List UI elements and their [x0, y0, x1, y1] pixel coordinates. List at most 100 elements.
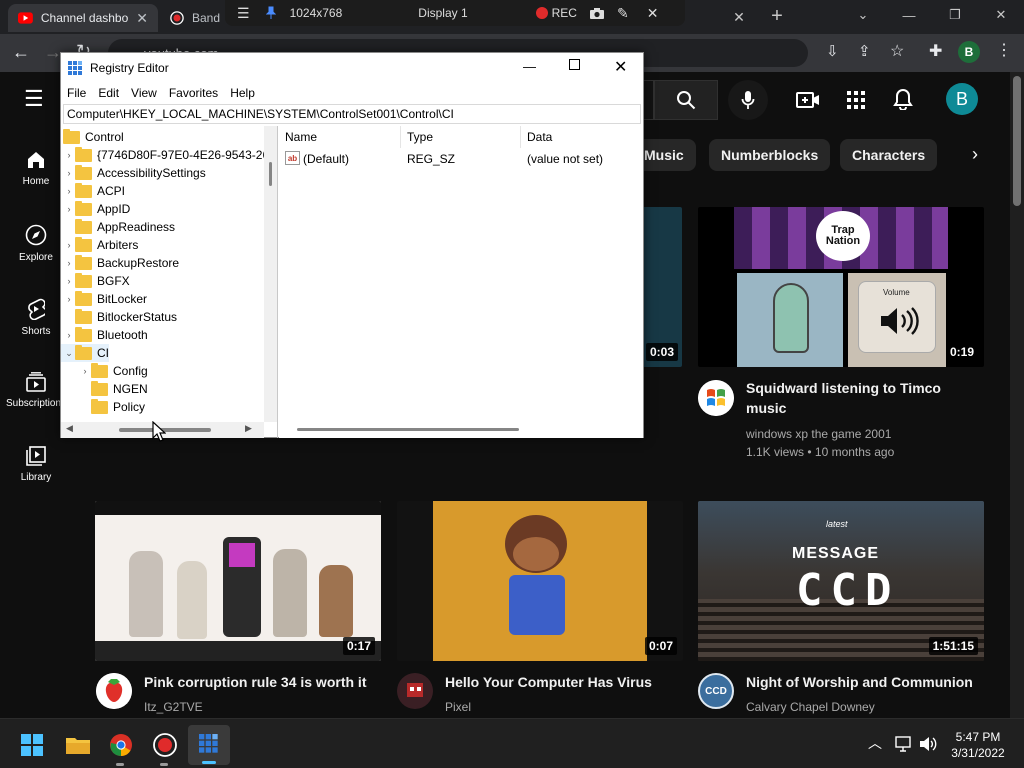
channel-avatar[interactable]: [397, 673, 433, 709]
tree-node[interactable]: › Config: [61, 362, 148, 380]
close-tab-icon[interactable]: ✕: [728, 6, 750, 28]
menu-help[interactable]: Help: [224, 86, 261, 100]
tree-vertical-scrollbar[interactable]: [264, 126, 277, 422]
chrome-icon[interactable]: [109, 733, 133, 757]
tree-node[interactable]: › Bluetooth: [61, 326, 148, 344]
sidebar-item-library[interactable]: Library: [0, 446, 72, 483]
tree-node[interactable]: NGEN: [61, 380, 148, 398]
channel-avatar[interactable]: [698, 380, 734, 416]
search-button[interactable]: [654, 80, 718, 120]
expand-caret-icon[interactable]: ⌄: [63, 348, 75, 359]
pen-icon[interactable]: ✎: [617, 5, 629, 22]
address-bar[interactable]: Computer\HKEY_LOCAL_MACHINE\SYSTEM\Contr…: [63, 104, 641, 124]
video-thumbnail[interactable]: latest MESSAGE CCD 1:51:15: [698, 501, 984, 661]
channel-name[interactable]: Calvary Chapel Downey: [746, 698, 875, 716]
menu-favorites[interactable]: Favorites: [163, 86, 224, 100]
tree-node[interactable]: › BackupRestore: [61, 254, 179, 272]
tree-node[interactable]: BitlockerStatus: [61, 308, 177, 326]
tree-node[interactable]: ⌄ CI: [61, 344, 109, 362]
extensions-icon[interactable]: ✚: [929, 41, 942, 61]
close-window-button[interactable]: ✕: [614, 57, 627, 77]
recorder-app-icon[interactable]: [153, 733, 177, 757]
video-title[interactable]: Pink corruption rule 34 is worth it: [144, 672, 366, 692]
network-icon[interactable]: [895, 736, 913, 752]
maximize-button[interactable]: [569, 59, 580, 70]
minimize-button[interactable]: —: [886, 0, 932, 30]
display-selector[interactable]: Display 1: [418, 6, 467, 20]
tree-node[interactable]: › BitLocker: [61, 290, 147, 308]
tree-node[interactable]: › AccessibilitySettings: [61, 164, 206, 182]
menu-view[interactable]: View: [125, 86, 163, 100]
page-scrollbar[interactable]: [1010, 72, 1024, 718]
voice-search-button[interactable]: [728, 80, 768, 120]
column-header-name[interactable]: Name: [279, 126, 401, 148]
expand-caret-icon[interactable]: ›: [63, 168, 75, 178]
window-titlebar[interactable]: Registry Editor — ✕: [61, 53, 643, 83]
tree-node[interactable]: › AppID: [61, 200, 130, 218]
active-app-highlight[interactable]: [188, 725, 230, 765]
scrollbar-thumb[interactable]: [1013, 76, 1021, 206]
back-icon[interactable]: ←: [12, 42, 30, 63]
chip-numberblocks[interactable]: Numberblocks: [709, 139, 831, 171]
expand-caret-icon[interactable]: ›: [63, 330, 75, 340]
close-tab-icon[interactable]: ✕: [136, 10, 148, 27]
expand-caret-icon[interactable]: ›: [63, 204, 75, 214]
start-menu-icon[interactable]: [21, 734, 43, 756]
browser-tab-band[interactable]: Band: [160, 4, 230, 32]
profile-avatar[interactable]: B: [958, 41, 980, 63]
restore-button[interactable]: ❐: [932, 0, 978, 30]
browser-menu-icon[interactable]: ⋮: [996, 40, 1012, 60]
volume-icon[interactable]: [919, 735, 937, 753]
tree-node[interactable]: › {7746D80F-97E0-4E26-9543-26E: [61, 146, 277, 164]
apps-grid-icon[interactable]: [846, 90, 866, 110]
rec-indicator[interactable]: REC: [535, 6, 577, 20]
share-icon[interactable]: ⇪: [858, 42, 871, 60]
menu-icon[interactable]: ☰: [237, 5, 250, 22]
clock[interactable]: 5:47 PM 3/31/2022: [944, 729, 1012, 761]
install-app-icon[interactable]: ⇩: [826, 42, 839, 60]
scrollbar-thumb[interactable]: [269, 162, 272, 186]
expand-caret-icon[interactable]: ›: [63, 294, 75, 304]
channel-name[interactable]: Pixel: [445, 698, 471, 716]
pin-icon[interactable]: [265, 6, 276, 20]
close-window-button[interactable]: ✕: [978, 0, 1024, 30]
camera-icon[interactable]: [589, 7, 605, 20]
tree-node[interactable]: Control: [61, 128, 124, 146]
create-video-icon[interactable]: [796, 90, 820, 110]
tree-node[interactable]: › ACPI: [61, 182, 125, 200]
expand-caret-icon[interactable]: ›: [63, 186, 75, 196]
expand-caret-icon[interactable]: ›: [63, 150, 75, 160]
video-title[interactable]: Hello Your Computer Has Virus: [445, 672, 652, 692]
minimize-button[interactable]: —: [523, 59, 536, 74]
chips-next-icon[interactable]: ›: [972, 144, 978, 165]
menu-edit[interactable]: Edit: [92, 86, 125, 100]
video-title[interactable]: Squidward listening to Timco music: [746, 378, 976, 418]
video-thumbnail[interactable]: Trap Nation Volume 0:19: [698, 207, 984, 367]
tree-node[interactable]: Policy: [61, 398, 145, 416]
notifications-bell-icon[interactable]: [893, 88, 913, 110]
new-tab-button[interactable]: +: [766, 4, 788, 28]
channel-name[interactable]: windows xp the game 2001: [746, 425, 891, 443]
expand-caret-icon[interactable]: ›: [63, 240, 75, 250]
channel-avatar[interactable]: [96, 673, 132, 709]
channel-avatar[interactable]: CCD: [698, 673, 734, 709]
video-thumbnail[interactable]: 0:03: [640, 207, 682, 367]
video-thumbnail[interactable]: 0:17: [95, 501, 381, 661]
expand-caret-icon[interactable]: ›: [79, 366, 91, 376]
tree-node[interactable]: › BGFX: [61, 272, 130, 290]
tab-search-icon[interactable]: ⌄: [840, 0, 886, 30]
browser-tab-channel-dashboard[interactable]: Channel dashbo ✕: [8, 4, 158, 32]
value-row[interactable]: ab (Default) REG_SZ (value not set): [279, 150, 643, 168]
scroll-right-icon[interactable]: ▶: [245, 423, 252, 434]
file-explorer-icon[interactable]: [65, 735, 91, 755]
menu-file[interactable]: File: [61, 86, 92, 100]
video-title[interactable]: Night of Worship and Communion: [746, 672, 973, 692]
column-header-type[interactable]: Type: [401, 126, 521, 148]
scroll-left-icon[interactable]: ◀: [66, 423, 73, 434]
video-thumbnail[interactable]: 0:07: [397, 501, 683, 661]
account-avatar[interactable]: B: [946, 83, 978, 115]
channel-name[interactable]: Itz_G2TVE: [144, 698, 203, 716]
bookmark-star-icon[interactable]: ☆: [890, 41, 904, 61]
show-hidden-icons-icon[interactable]: ︿: [868, 733, 882, 753]
expand-caret-icon[interactable]: ›: [63, 258, 75, 268]
